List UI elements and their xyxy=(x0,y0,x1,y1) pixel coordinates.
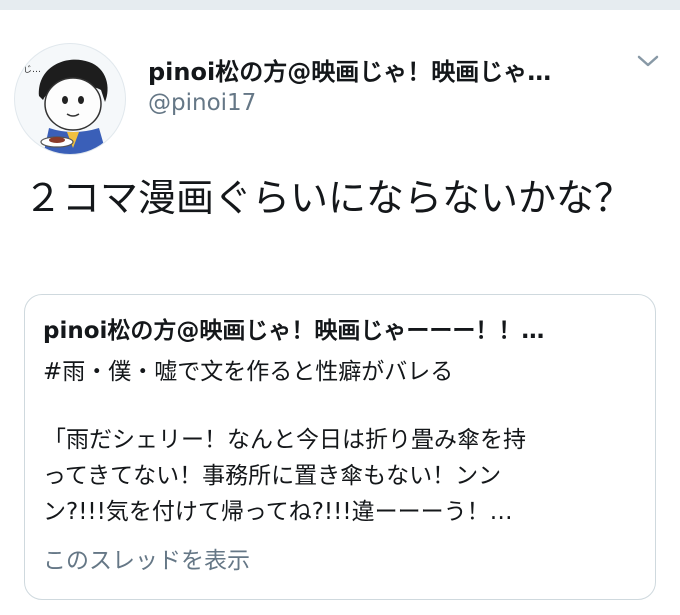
quoted-author: pinoi松の方@映画じゃ！映画じゃーーー！！… xyxy=(43,318,545,344)
quoted-hashtag[interactable]: #雨・僕・嘘で文を作ると性癖がバレる xyxy=(43,352,453,386)
quoted-body-line: ン?!!!気を付けて帰ってね?!!!違ーーーう！… xyxy=(43,499,513,525)
svg-text:じ…: じ… xyxy=(23,64,41,75)
chevron-down-icon[interactable] xyxy=(634,50,662,72)
quoted-body: 「雨だシェリー！なんと今日は折り畳み傘を持 ってきてない！事務所に置き傘もない！… xyxy=(43,422,639,530)
show-thread-link[interactable]: このスレッドを表示 xyxy=(43,541,250,575)
quoted-body-line: 「雨だシェリー！なんと今日は折り畳み傘を持 xyxy=(43,427,526,453)
tweet-text: ２コマ漫画ぐらいにならないかな？ xyxy=(24,176,633,220)
display-name[interactable]: pinoi松の方@映画じゃ！映画じゃ… xyxy=(148,52,608,87)
quoted-tweet[interactable]: pinoi松の方@映画じゃ！映画じゃーーー！！… #雨・僕・嘘で文を作ると性癖が… xyxy=(24,294,656,600)
user-avatar-icon[interactable]: じ… xyxy=(14,43,126,155)
quoted-body-line: ってきてない！事務所に置き傘もない！ンン xyxy=(43,463,502,489)
top-divider xyxy=(0,0,680,10)
tweet-card[interactable]: じ… pinoi松の方@映画じゃ！映画じゃ… @pinoi17 ２コマ漫画ぐらい… xyxy=(0,10,680,615)
user-handle[interactable]: @pinoi17 xyxy=(148,90,256,116)
